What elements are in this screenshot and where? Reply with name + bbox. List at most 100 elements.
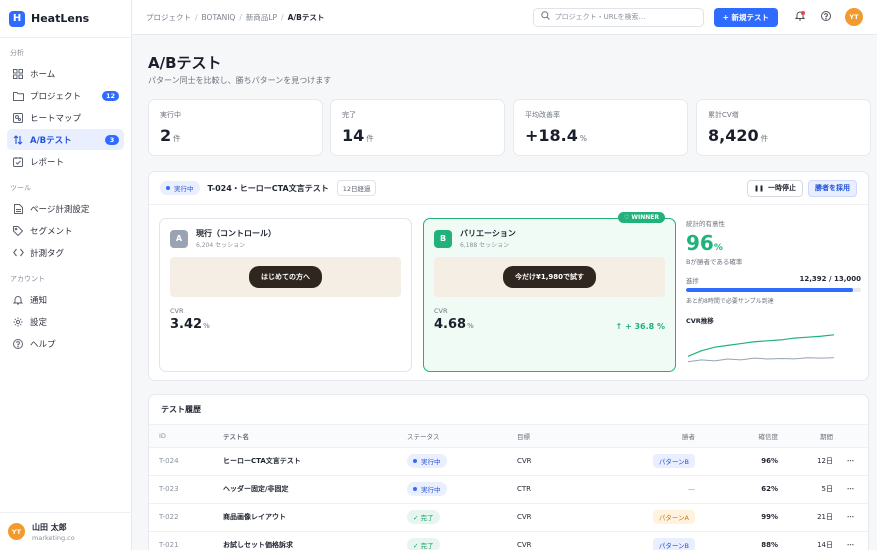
breadcrumb-item[interactable]: BOTANIQ [202, 13, 236, 22]
grid-icon [12, 68, 24, 80]
sidebar-item-label: ヒートマップ [30, 113, 82, 124]
sidebar-item-help[interactable]: ヘルプ [7, 333, 124, 354]
sidebar-item-label: ホーム [30, 69, 56, 80]
variant-preview: 今だけ¥1,980で試す [434, 257, 665, 297]
stat-card-running: 実行中 2件 [148, 99, 323, 156]
significance-value: 96 [686, 231, 714, 255]
sidebar-item-tracking-tag[interactable]: 計測タグ [7, 242, 124, 263]
progress-text: 12,392 / 13,000 [799, 275, 861, 283]
more-icon[interactable]: ⋯ [833, 531, 868, 550]
main-content: A/Bテスト パターン同士を比較し、勝ちパターンを見つけます 実行中 2件 完了… [132, 35, 877, 550]
sidebar-item-heatmap[interactable]: ヒートマップ [7, 107, 124, 128]
adopt-winner-button[interactable]: 勝者を採用 [808, 179, 857, 197]
sidebar-item-label: 設定 [30, 317, 48, 328]
sidebar-item-page-settings[interactable]: ページ計測設定 [7, 198, 124, 219]
table-row[interactable]: T-021 お試しセット価格訴求 ✓ 完了 CVR パターンB 88% 14日 … [149, 531, 868, 550]
column-header-duration[interactable]: 期間 [778, 425, 833, 448]
table-row[interactable]: T-022 商品画像レイアウト ✓ 完了 CVR パターンA 99% 21日 ⋯ [149, 503, 868, 532]
column-header-confidence[interactable]: 確信度 [695, 425, 778, 448]
sidebar-item-report[interactable]: レポート [7, 151, 124, 172]
variant-names: 現行（コントロール） 6,204 セッション [196, 228, 276, 249]
stat-unit: 件 [173, 134, 181, 143]
sidebar-item-settings[interactable]: 設定 [7, 311, 124, 332]
cell-confidence: 99% [695, 503, 778, 532]
cell-status: 実行中 [407, 447, 517, 476]
cell-confidence: 96% [695, 447, 778, 476]
search-input[interactable] [554, 13, 695, 21]
new-test-button[interactable]: + 新規テスト [713, 7, 778, 27]
logo[interactable]: H HeatLens [0, 0, 131, 38]
status-badge: ✓ 完了 [407, 538, 440, 550]
cell-goal: CVR [517, 531, 595, 550]
status-text: 実行中 [174, 185, 194, 193]
stat-value: 14 [342, 126, 365, 145]
more-icon[interactable]: ⋯ [833, 503, 868, 532]
sidebar-item-label: プロジェクト [30, 91, 82, 102]
sidebar-item-label: 計測タグ [30, 248, 65, 259]
test-history-card: テスト履歴 ID テスト名 ステータス 目標 勝者 確信度 期間 T-024 ヒ… [148, 394, 869, 550]
pause-label: 一時停止 [768, 184, 796, 192]
column-header-goal[interactable]: 目標 [517, 425, 595, 448]
more-icon[interactable]: ⋯ [833, 447, 868, 476]
confidence-value: 96% [761, 457, 778, 465]
user-avatar-button[interactable]: YT [845, 8, 863, 26]
sidebar-item-label: セグメント [30, 226, 73, 237]
cell-confidence: 62% [695, 475, 778, 504]
cell-name: ヘッダー固定/非固定 [223, 475, 407, 504]
cell-winner: パターンA [595, 503, 695, 532]
folder-icon [12, 90, 24, 102]
variant-card-a[interactable]: A 現行（コントロール） 6,204 セッション はじめての方へ CVR 3.4… [159, 218, 412, 372]
notification-button[interactable] [791, 9, 808, 26]
lift-value: ↑ + 36.8 % [615, 322, 665, 331]
sidebar-item-projects[interactable]: プロジェクト 12 [7, 85, 124, 106]
column-header-id[interactable]: ID [149, 425, 223, 448]
search-box[interactable] [532, 7, 704, 27]
help-icon [820, 10, 831, 24]
cell-status: ✓ 完了 [407, 531, 517, 550]
stat-label: 実行中 [160, 111, 181, 119]
progress-bar [686, 288, 861, 292]
cell-id: T-023 [149, 475, 223, 504]
stat-label: 累計CV増 [708, 111, 739, 119]
variant-tag: B [434, 229, 452, 248]
experiment-card: 実行中 T-024・ヒーローCTA文言テスト 12日経過 ❚❚ 一時停止 勝者を採… [148, 171, 869, 381]
user-profile[interactable]: YT 山田 太郎 marketing.co [0, 512, 132, 550]
tag-icon [12, 225, 24, 237]
help-button[interactable] [817, 9, 834, 26]
avatar: YT [8, 523, 25, 540]
table-row[interactable]: T-024 ヒーローCTA文言テスト 実行中 CVR パターンB 96% 12日… [149, 447, 868, 476]
sidebar-item-ab-test[interactable]: A/Bテスト 3 [7, 129, 124, 150]
gear-icon [12, 316, 24, 328]
cell-goal: CTR [517, 475, 595, 504]
cell-name: お試しセット価格訴求 [223, 531, 407, 550]
cell-duration: 5日 [778, 475, 833, 504]
sidebar-item-home[interactable]: ホーム [7, 63, 124, 84]
column-header-winner[interactable]: 勝者 [595, 425, 695, 448]
cell-status: 実行中 [407, 475, 517, 504]
stat-value-wrap: 8,420 件 [708, 126, 859, 145]
breadcrumb-item[interactable]: プロジェクト [146, 12, 191, 23]
variant-card-b[interactable]: ♡ WINNER B バリエーション 6,188 セッション 今だけ¥1,980… [423, 212, 676, 372]
stat-value-wrap: +18.4% [525, 126, 676, 145]
breadcrumb-item[interactable]: 新商品LP [246, 12, 277, 23]
more-icon[interactable]: ⋯ [833, 475, 868, 504]
elapsed-days-badge: 12日経過 [336, 180, 377, 196]
significance-desc: Bが勝者である確率 [686, 258, 743, 266]
projects-count-badge: 12 [101, 90, 119, 101]
cvr-value: 3.42 [170, 317, 203, 332]
winner-badge: パターンA [652, 510, 695, 524]
table-row[interactable]: T-023 ヘッダー固定/非固定 実行中 CTR — 62% 5日 ⋯ [149, 475, 868, 504]
status-dot [166, 186, 170, 190]
nav-section-account: アカウント [10, 275, 45, 283]
column-header-status[interactable]: ステータス [407, 425, 517, 448]
sidebar-item-notifications[interactable]: 通知 [7, 289, 124, 310]
page-title: A/Bテスト [148, 54, 222, 72]
pause-button[interactable]: ❚❚ 一時停止 [746, 179, 803, 197]
sidebar-item-segment[interactable]: セグメント [7, 220, 124, 241]
cvr-value: 4.68 [434, 317, 467, 332]
column-header-name[interactable]: テスト名 [223, 425, 407, 448]
variant-cta-preview: 今だけ¥1,980で試す [502, 266, 596, 288]
search-icon [540, 11, 550, 23]
sidebar-item-label: A/Bテスト [30, 135, 72, 146]
ab-swap-icon [12, 134, 24, 146]
